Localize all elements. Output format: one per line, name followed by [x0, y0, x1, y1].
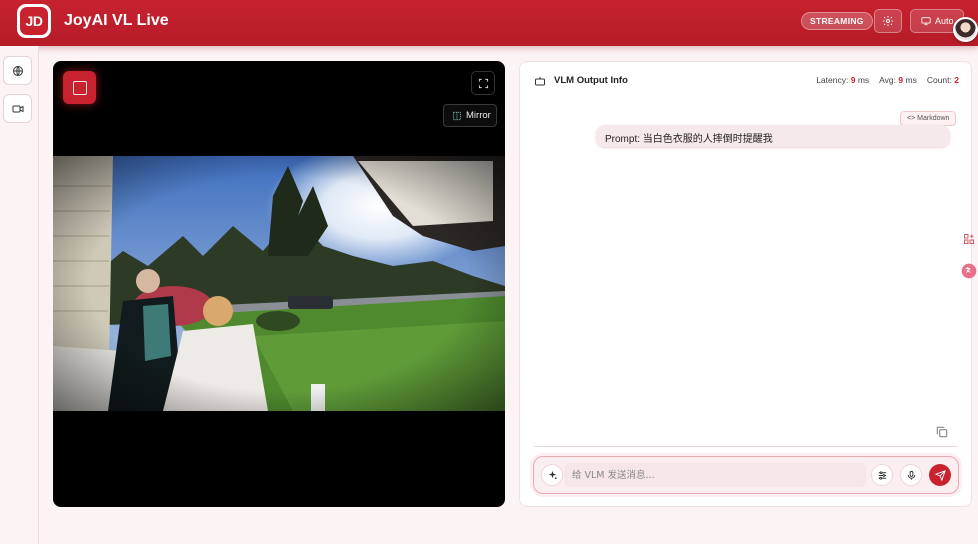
- fullscreen-button[interactable]: [471, 71, 495, 95]
- output-panel-header: VLM Output Info Latency: 9 ms Avg: 9 ms …: [520, 62, 971, 98]
- latency-value: 9: [850, 75, 856, 85]
- theme-auto-label: Auto: [935, 16, 954, 26]
- video-panel: Mirror: [53, 61, 505, 507]
- count-value: 2: [954, 75, 959, 85]
- mirror-label: Mirror: [466, 110, 491, 121]
- left-rail: [0, 46, 39, 544]
- divider: [534, 446, 958, 447]
- count-label: Count:: [926, 75, 952, 85]
- markdown-label: Markdown: [917, 115, 950, 122]
- rail-item-camera[interactable]: [3, 94, 32, 123]
- copy-icon[interactable]: [935, 425, 949, 439]
- vlm-output-panel: VLM Output Info Latency: 9 ms Avg: 9 ms …: [519, 61, 972, 507]
- avg-stat: Avg: 9 ms: [879, 75, 917, 85]
- avg-unit: ms: [905, 75, 917, 85]
- status-badge: STREAMING: [801, 12, 873, 30]
- translate-icon: [961, 263, 977, 279]
- latency-unit: ms: [857, 75, 870, 85]
- sparkle-icon: [548, 470, 557, 479]
- avatar[interactable]: [953, 17, 978, 42]
- stop-stream-button[interactable]: [63, 71, 96, 104]
- app-header: JD JoyAI VL Live STREAMING Auto: [0, 0, 978, 46]
- monitor-icon: [921, 17, 931, 26]
- add-widget-icon: [964, 234, 974, 244]
- logo-mark: JD: [20, 7, 48, 35]
- send-icon: [934, 469, 946, 481]
- gear-icon: [883, 16, 893, 26]
- mirror-button[interactable]: Mirror: [443, 104, 497, 127]
- message-input[interactable]: [564, 463, 866, 487]
- code-icon: <>: [907, 115, 916, 122]
- latency-label: Latency:: [816, 75, 849, 85]
- stop-square-icon: [72, 80, 87, 95]
- latency-stat: Latency: 9 ms: [816, 75, 869, 85]
- count-stat: Count: 2: [927, 75, 959, 85]
- send-button[interactable]: [929, 464, 951, 486]
- fullscreen-icon: [478, 78, 488, 88]
- mirror-icon: [453, 111, 461, 120]
- widget-grid-button[interactable]: [960, 228, 978, 250]
- prompt-message: Prompt: 当白色衣服的人摔倒时提醒我: [596, 125, 950, 147]
- app-logo: JD: [17, 4, 51, 38]
- avg-label: Avg:: [879, 75, 897, 85]
- translate-button[interactable]: [960, 260, 978, 282]
- robot-icon: [535, 77, 545, 86]
- magic-button[interactable]: [541, 464, 563, 486]
- globe-icon: [12, 65, 23, 76]
- options-button[interactable]: [871, 464, 893, 486]
- rail-item-globe[interactable]: [3, 56, 32, 85]
- microphone-icon: [907, 470, 915, 480]
- markdown-toggle[interactable]: <> Markdown: [900, 111, 957, 126]
- video-camera-icon: [12, 105, 23, 112]
- latency-stats: Latency: 9 ms Avg: 9 ms Count: 2: [816, 75, 959, 85]
- camera-feed: [53, 156, 505, 411]
- app-title: JoyAI VL Live: [64, 12, 169, 29]
- output-panel-title: VLM Output Info: [554, 75, 628, 86]
- message-composer: [533, 456, 959, 494]
- settings-button[interactable]: [874, 9, 902, 33]
- sliders-icon: [878, 470, 886, 480]
- voice-button[interactable]: [900, 464, 922, 486]
- avg-value: 9: [898, 75, 904, 85]
